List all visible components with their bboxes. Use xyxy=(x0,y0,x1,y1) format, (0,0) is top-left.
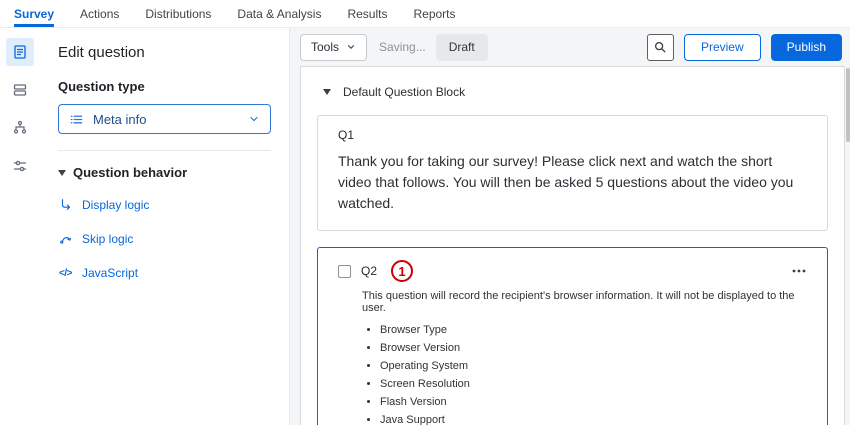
display-logic-label: Display logic xyxy=(82,198,149,212)
skip-logic-icon xyxy=(58,232,73,246)
saving-status: Saving... xyxy=(379,40,426,54)
tab-data-analysis[interactable]: Data & Analysis xyxy=(237,0,321,27)
question-type-dropdown[interactable]: Meta info xyxy=(58,104,271,134)
panel-divider xyxy=(58,150,271,151)
question-card-q2[interactable]: Q2 1 This question will record the recip… xyxy=(317,247,828,425)
caret-down-icon xyxy=(323,89,331,95)
question-type-label: Question type xyxy=(58,79,271,94)
question-header: Q2 1 xyxy=(338,260,809,282)
q2-checkbox[interactable] xyxy=(338,265,351,278)
list-item: Browser Type xyxy=(380,324,809,336)
chevron-down-icon xyxy=(346,42,356,52)
question-card-q1[interactable]: Q1 Thank you for taking our survey! Plea… xyxy=(317,115,828,231)
app-root: Survey Actions Distributions Data & Anal… xyxy=(0,0,850,425)
tab-reports[interactable]: Reports xyxy=(413,0,455,27)
list-item: Flash Version xyxy=(380,396,809,408)
question-text: Thank you for taking our survey! Please … xyxy=(338,151,809,214)
question-id: Q2 xyxy=(361,264,377,278)
question-behavior-header[interactable]: Question behavior xyxy=(58,165,271,180)
question-id: Q1 xyxy=(338,128,809,142)
skip-logic-link[interactable]: Skip logic xyxy=(58,232,271,246)
blocks-icon[interactable] xyxy=(6,76,34,104)
list-item: Operating System xyxy=(380,360,809,372)
meta-info-list: Browser Type Browser Version Operating S… xyxy=(380,324,809,425)
top-nav: Survey Actions Distributions Data & Anal… xyxy=(0,0,850,28)
panel-title: Edit question xyxy=(58,44,271,61)
chevron-down-icon xyxy=(248,113,260,125)
tools-label: Tools xyxy=(311,40,339,54)
tab-actions[interactable]: Actions xyxy=(80,0,119,27)
tab-results[interactable]: Results xyxy=(347,0,387,27)
publish-button[interactable]: Publish xyxy=(771,34,842,61)
annotation-circle-1: 1 xyxy=(391,260,413,282)
tab-survey[interactable]: Survey xyxy=(14,0,54,27)
meta-info-icon xyxy=(69,112,84,127)
question-canvas: Default Question Block Q1 Thank you for … xyxy=(300,66,845,425)
tab-distributions[interactable]: Distributions xyxy=(145,0,211,27)
question-description: This question will record the recipient'… xyxy=(362,290,809,314)
caret-down-icon xyxy=(58,170,66,176)
question-behavior-label: Question behavior xyxy=(73,165,187,180)
list-item: Java Support xyxy=(380,414,809,425)
builder-icon[interactable] xyxy=(6,38,34,66)
list-item: Screen Resolution xyxy=(380,378,809,390)
survey-toolbar: Tools Saving... Draft Preview Publish xyxy=(300,33,842,61)
draft-badge[interactable]: Draft xyxy=(436,34,488,61)
javascript-link[interactable]: </> JavaScript xyxy=(58,266,271,280)
tools-button[interactable]: Tools xyxy=(300,34,367,61)
display-logic-icon xyxy=(58,198,73,212)
scrollbar-thumb[interactable] xyxy=(846,68,850,142)
ellipsis-icon xyxy=(791,263,807,279)
survey-options-icon[interactable] xyxy=(6,152,34,180)
code-icon: </> xyxy=(58,268,73,279)
preview-button[interactable]: Preview xyxy=(684,34,761,61)
icon-rail xyxy=(0,28,40,425)
search-button[interactable] xyxy=(647,34,674,61)
main-area: Tools Saving... Draft Preview Publish De… xyxy=(290,28,850,425)
survey-flow-icon[interactable] xyxy=(6,114,34,142)
list-item: Browser Version xyxy=(380,342,809,354)
skip-logic-label: Skip logic xyxy=(82,232,133,246)
question-block-title: Default Question Block xyxy=(343,85,465,99)
search-icon xyxy=(653,40,667,54)
question-type-value: Meta info xyxy=(93,112,239,127)
display-logic-link[interactable]: Display logic xyxy=(58,198,271,212)
question-block-header[interactable]: Default Question Block xyxy=(317,85,828,99)
question-menu-button[interactable] xyxy=(791,263,809,279)
edit-question-panel: Edit question Question type Meta info Qu… xyxy=(40,28,290,425)
javascript-label: JavaScript xyxy=(82,266,138,280)
